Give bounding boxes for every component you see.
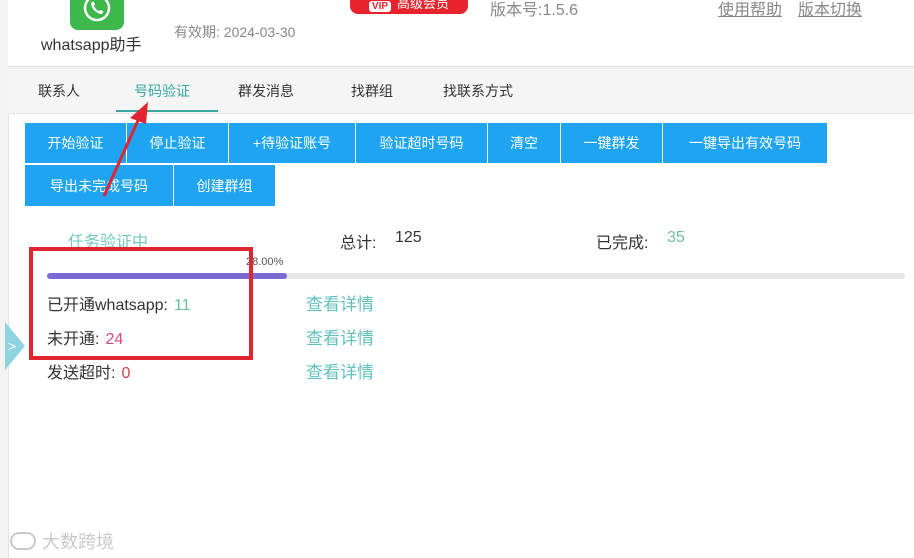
opened-details-link[interactable]: 查看详情 xyxy=(306,290,374,315)
create-group-button[interactable]: 创建群组 xyxy=(174,165,275,206)
completed-value: 35 xyxy=(667,229,685,246)
chevron-right-icon: > xyxy=(8,338,17,354)
one-click-bulk-send-button[interactable]: 一键群发 xyxy=(561,123,663,163)
expiry-date: 有效期: 2024-03-30 xyxy=(174,24,296,40)
verify-timeout-numbers-button[interactable]: 验证超时号码 xyxy=(356,123,488,163)
version-switch-link[interactable]: 版本切换 xyxy=(798,0,862,20)
vip-icon: VIP xyxy=(368,1,392,12)
send-timeout-row: 发送超时: 0 xyxy=(47,359,130,383)
tab-contacts[interactable]: 联系人 xyxy=(38,81,80,101)
app-header: whatsapp助手 有效期: 2024-03-30 VIP 高级会员 版本号:… xyxy=(8,0,914,66)
watermark: 大数跨境 xyxy=(10,528,114,554)
version-label: 版本号:1.5.6 xyxy=(490,2,579,19)
total-label: 总计: xyxy=(340,235,377,252)
app-name: whatsapp助手 xyxy=(41,37,142,54)
expand-panel-handle[interactable]: > xyxy=(5,322,25,370)
tab-find-contacts[interactable]: 找联系方式 xyxy=(443,81,513,101)
export-valid-numbers-button[interactable]: 一键导出有效号码 xyxy=(663,123,827,163)
clear-button[interactable]: 清空 xyxy=(488,123,561,163)
whatsapp-logo-icon xyxy=(70,0,124,30)
add-pending-accounts-button[interactable]: +待验证账号 xyxy=(229,123,356,163)
send-timeout-label: 发送超时: xyxy=(47,365,116,382)
vip-badge[interactable]: VIP 高级会员 xyxy=(350,0,468,14)
send-timeout-value: 0 xyxy=(121,365,131,382)
tab-number-verify[interactable]: 号码验证 xyxy=(134,81,190,101)
total-value: 125 xyxy=(395,229,422,246)
tab-find-groups[interactable]: 找群组 xyxy=(351,81,393,101)
watermark-logo-icon xyxy=(10,532,36,550)
annotation-arrow-icon xyxy=(102,102,148,197)
annotation-highlight-box xyxy=(29,247,253,360)
completed-label: 已完成: xyxy=(596,235,649,252)
tab-bulk-message[interactable]: 群发消息 xyxy=(238,81,294,101)
watermark-text: 大数跨境 xyxy=(42,532,114,552)
vip-label: 高级会员 xyxy=(397,0,450,11)
help-link[interactable]: 使用帮助 xyxy=(718,0,782,20)
not-opened-details-link[interactable]: 查看详情 xyxy=(306,324,374,349)
send-timeout-details-link[interactable]: 查看详情 xyxy=(306,358,374,383)
